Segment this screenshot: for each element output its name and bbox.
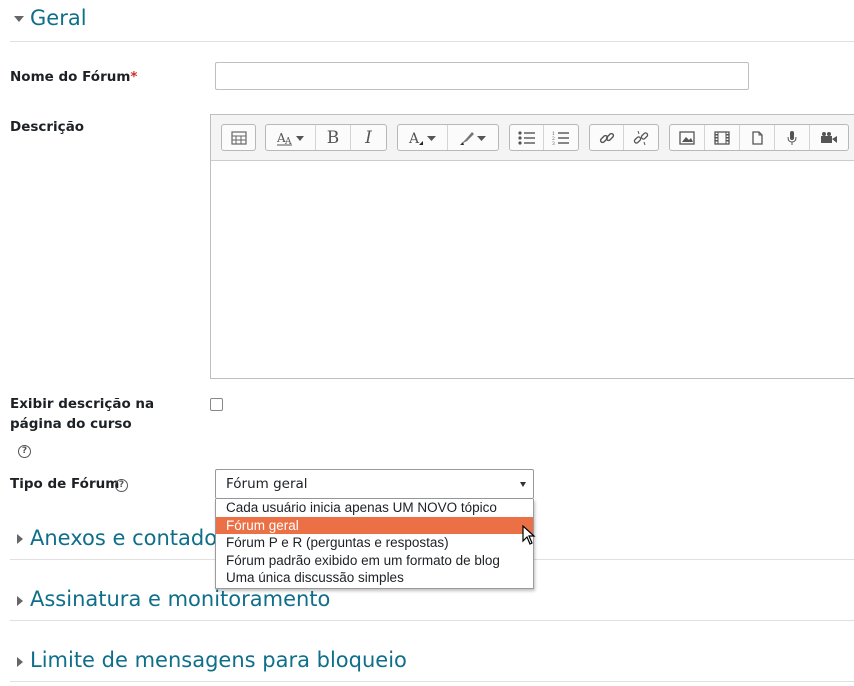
link-icon[interactable] [590,125,624,150]
manage-files-icon[interactable] [740,125,775,150]
nome-forum-input[interactable] [215,62,749,90]
section-geral-header[interactable]: Geral [10,0,854,42]
tipo-forum-dropdown-list: Cada usuário inicia apenas UM NOVO tópic… [215,499,534,589]
editor-content-area[interactable] [211,161,854,378]
record-audio-icon[interactable] [775,125,810,150]
tipo-forum-select[interactable]: Fórum geral [215,469,534,499]
paragraph-styles-icon[interactable]: AA [266,125,316,150]
required-icon: * [130,69,138,85]
tipo-forum-selected-value: Fórum geral [226,476,308,492]
help-icon[interactable]: ? [115,479,128,492]
exibir-descricao-checkbox[interactable] [210,398,223,411]
section-geral-title: Geral [30,6,87,30]
dropdown-option-highlighted[interactable]: Fórum geral [216,516,533,535]
editor-toolbar: AA B I A 123 [211,115,854,161]
descricao-editor[interactable]: AA B I A 123 [210,114,854,379]
svg-text:3: 3 [552,141,555,145]
unlink-icon[interactable] [624,125,658,150]
font-color-icon[interactable]: A [398,125,448,150]
help-icon[interactable]: ? [18,445,31,458]
nome-forum-label: Nome do Fórum* [10,69,138,85]
section-anexos-title: Anexos e contador [30,526,226,550]
section-assinatura-title: Assinatura e monitoramento [30,587,331,611]
show-more-buttons-icon[interactable] [222,125,255,150]
expand-arrow-icon [17,596,23,606]
tipo-forum-label: Tipo de Fórum [10,476,120,492]
dropdown-option[interactable]: Fórum padrão exibido em um formato de bl… [216,552,533,570]
expand-arrow-icon [17,534,23,544]
mouse-cursor-icon [522,525,536,545]
ordered-list-icon[interactable]: 123 [544,125,578,150]
background-color-icon[interactable] [448,125,498,150]
dropdown-option[interactable]: Uma única discussão simples [216,569,533,587]
svg-text:A: A [408,131,420,146]
record-video-icon[interactable] [810,125,848,150]
dropdown-caret-icon [520,482,526,487]
media-icon[interactable] [705,125,740,150]
dropdown-option[interactable]: Cada usuário inicia apenas UM NOVO tópic… [216,499,533,517]
dropdown-option[interactable]: Fórum P e R (perguntas e respostas) [216,534,533,552]
section-limite-header[interactable]: Limite de mensagens para bloqueio [10,642,854,682]
image-icon[interactable] [670,125,705,150]
expand-arrow-icon [17,657,23,667]
bold-icon[interactable]: B [316,125,351,150]
collapse-arrow-icon [14,16,24,22]
exibir-descricao-label: Exibir descrição na página do curso [10,396,155,432]
section-limite-title: Limite de mensagens para bloqueio [30,648,407,672]
descricao-label: Descrição [10,119,85,135]
unordered-list-icon[interactable] [510,125,544,150]
italic-icon[interactable]: I [351,125,386,150]
